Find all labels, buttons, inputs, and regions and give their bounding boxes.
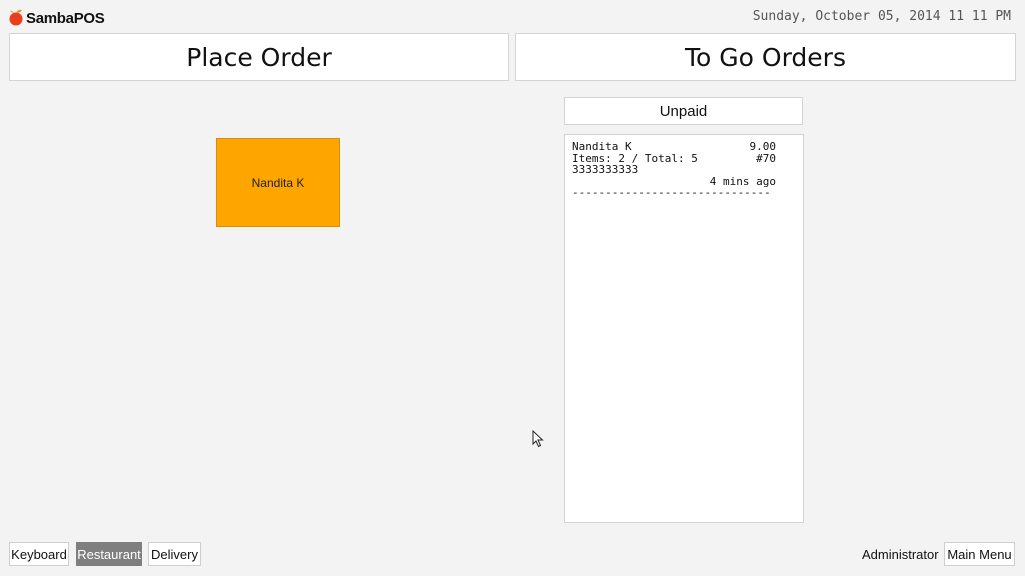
entity-button-customer[interactable]: Nandita K bbox=[216, 138, 340, 227]
ticket-item[interactable]: Nandita K 9.00 Items: 2 / Total: 5 #70 3… bbox=[572, 141, 776, 199]
datetime-display: Sunday, October 05, 2014 11 11 PM bbox=[752, 9, 1011, 24]
ticket-age: 4 mins ago bbox=[709, 174, 776, 188]
ticket-filter-unpaid[interactable]: Unpaid bbox=[564, 97, 803, 125]
ticket-list: Nandita K 9.00 Items: 2 / Total: 5 #70 3… bbox=[564, 134, 804, 523]
to-go-orders-button[interactable]: To Go Orders bbox=[515, 33, 1016, 81]
ticket-phone: 3333333333 bbox=[572, 163, 639, 176]
ticket-amount: 9.00 bbox=[749, 140, 777, 153]
place-order-button[interactable]: Place Order bbox=[9, 33, 509, 81]
restaurant-button[interactable]: Restaurant bbox=[76, 542, 142, 566]
ticket-separator: ------------------------------ bbox=[572, 187, 771, 199]
logo-text: SambaPOS bbox=[26, 9, 105, 27]
app-logo: SambaPOS bbox=[9, 7, 105, 29]
samba-logo-icon bbox=[9, 9, 25, 27]
main-menu-button[interactable]: Main Menu bbox=[944, 542, 1015, 566]
current-user-label: Administrator bbox=[862, 546, 939, 562]
ticket-number: #70 bbox=[756, 151, 776, 165]
ticket-customer: Nandita K bbox=[572, 140, 632, 153]
mouse-cursor-icon bbox=[532, 429, 544, 448]
delivery-button[interactable]: Delivery bbox=[148, 542, 201, 566]
keyboard-button[interactable]: Keyboard bbox=[9, 542, 69, 566]
